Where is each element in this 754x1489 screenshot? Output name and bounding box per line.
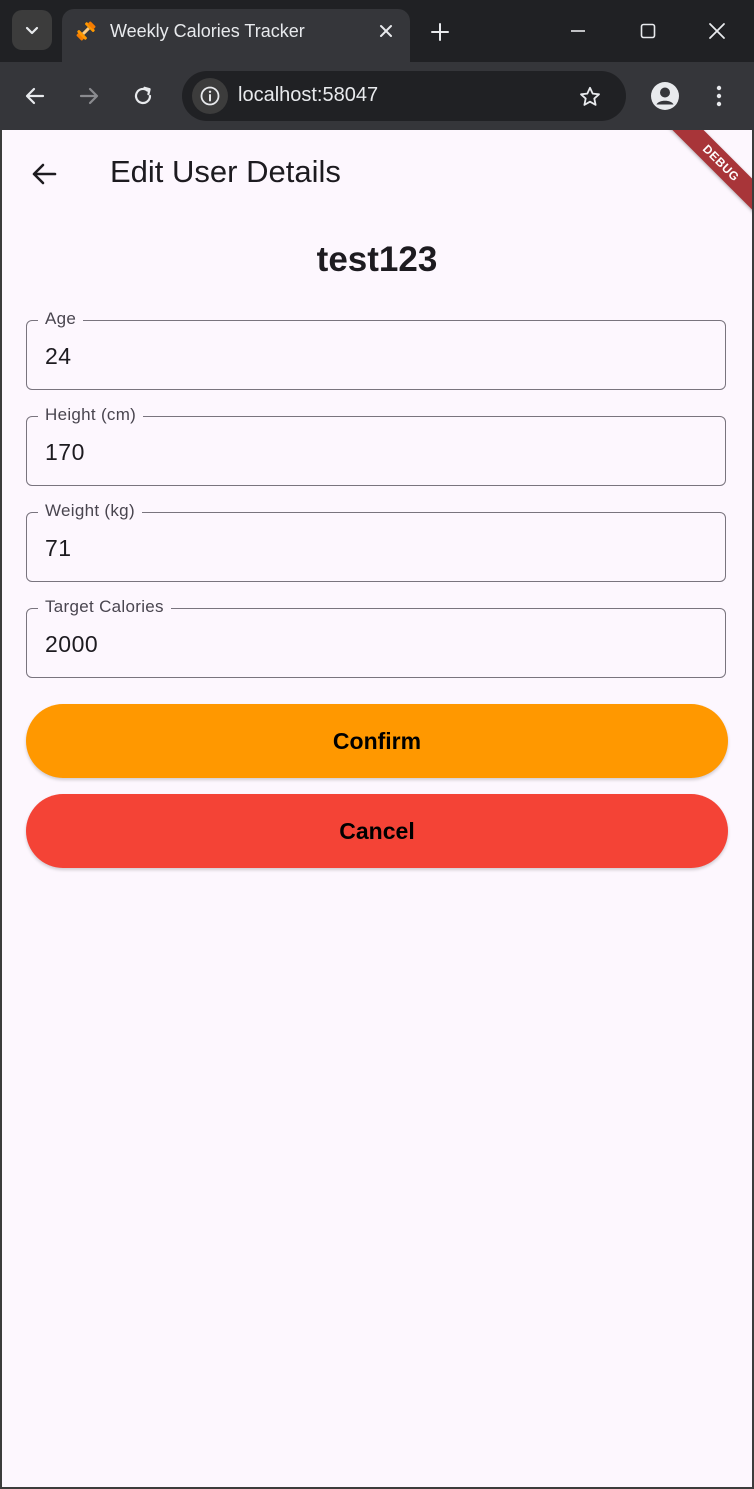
url-text: localhost:58047 [238, 84, 379, 106]
tab-title: Weekly Calories Tracker [110, 21, 305, 41]
site-info-button[interactable] [192, 78, 228, 114]
dumbbell-favicon-icon [76, 21, 96, 41]
reload-button[interactable] [127, 80, 159, 112]
tab-search-button[interactable] [12, 10, 52, 50]
close-window-button[interactable] [702, 16, 732, 46]
info-icon [200, 86, 220, 106]
new-tab-button[interactable] [426, 18, 454, 46]
maximize-button[interactable] [633, 16, 663, 46]
browser-toolbar: localhost:58047 [0, 62, 754, 130]
plus-icon [431, 23, 449, 41]
avatar-icon [651, 82, 679, 110]
page-title: Edit User Details [110, 154, 341, 189]
maximize-icon [640, 23, 656, 39]
minimize-button[interactable] [563, 16, 593, 46]
weight-value[interactable]: 71 [45, 535, 72, 562]
close-icon [709, 23, 725, 39]
back-nav-button[interactable] [19, 80, 51, 112]
browser-menu-button[interactable] [704, 79, 734, 113]
chevron-down-icon [25, 26, 39, 35]
browser-tab-bar: Weekly Calories Tracker [0, 0, 754, 62]
arrow-left-icon [25, 87, 45, 105]
back-button[interactable] [22, 152, 66, 196]
reload-icon [134, 86, 152, 105]
address-bar[interactable]: localhost:58047 [182, 71, 626, 121]
cancel-button[interactable]: Cancel [26, 794, 728, 868]
profile-button[interactable] [648, 79, 682, 113]
height-field[interactable]: Height (cm) 170 [26, 405, 726, 486]
height-label: Height (cm) [38, 405, 144, 425]
age-value[interactable]: 24 [45, 343, 72, 370]
target-calories-label: Target Calories [38, 597, 171, 617]
target-calories-field[interactable]: Target Calories 2000 [26, 597, 726, 678]
arrow-right-icon [79, 87, 99, 105]
more-vertical-icon [716, 85, 722, 107]
window-border-left [0, 130, 2, 1489]
weight-field[interactable]: Weight (kg) 71 [26, 501, 726, 582]
weight-label: Weight (kg) [38, 501, 142, 521]
app-bar: Edit User Details [2, 130, 752, 214]
bookmark-button[interactable] [576, 83, 604, 111]
confirm-button[interactable]: Confirm [26, 704, 728, 778]
age-label: Age [38, 309, 84, 329]
age-field[interactable]: Age 24 [26, 309, 726, 390]
browser-tab-active[interactable]: Weekly Calories Tracker [62, 9, 410, 62]
app-viewport: Edit User Details DEBUG test123 Age 24 H… [2, 130, 752, 1487]
close-icon [380, 25, 392, 37]
username-heading: test123 [316, 240, 438, 279]
target-calories-value[interactable]: 2000 [45, 631, 98, 658]
tab-close-button[interactable] [374, 19, 398, 43]
arrow-left-icon [32, 163, 57, 185]
forward-nav-button[interactable] [73, 80, 105, 112]
minimize-icon [571, 30, 585, 32]
star-icon [580, 86, 600, 106]
height-value[interactable]: 170 [45, 439, 85, 466]
